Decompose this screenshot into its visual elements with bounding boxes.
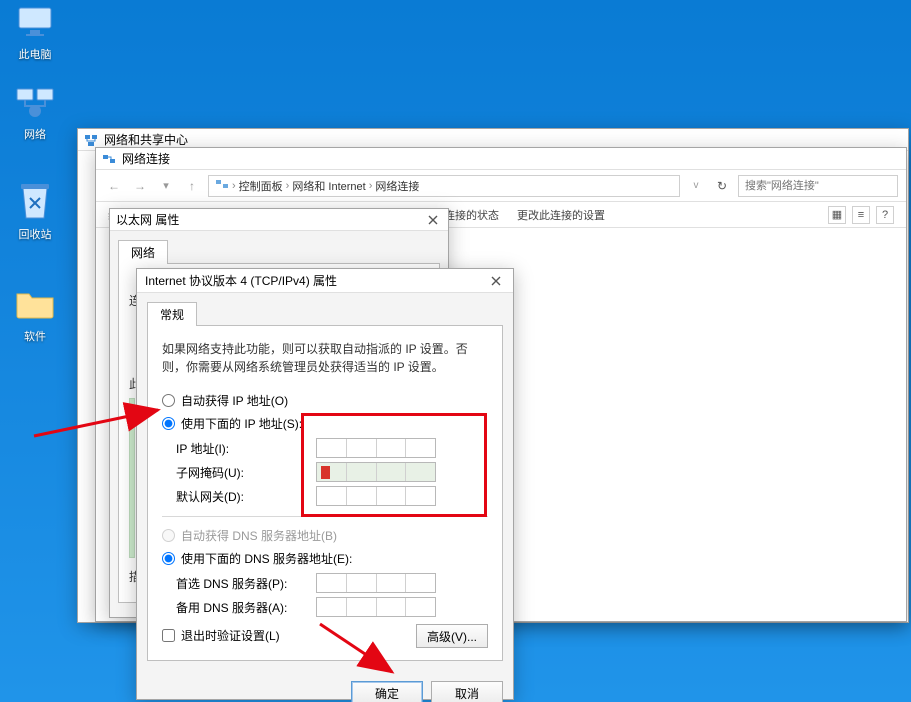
- input-primary-dns[interactable]: [316, 573, 436, 593]
- window-ipv4-properties[interactable]: Internet 协议版本 4 (TCP/IPv4) 属性 常规 如果网络支持此…: [136, 268, 514, 700]
- input-default-gateway[interactable]: [316, 486, 436, 506]
- label-primary-dns: 首选 DNS 服务器(P):: [176, 575, 316, 592]
- window-title: Internet 协议版本 4 (TCP/IPv4) 属性: [145, 272, 337, 289]
- titlebar[interactable]: Internet 协议版本 4 (TCP/IPv4) 属性: [137, 269, 513, 293]
- network-center-icon: [84, 133, 98, 147]
- tab-general[interactable]: 常规: [147, 302, 197, 326]
- label-alt-dns: 备用 DNS 服务器(A):: [176, 599, 316, 616]
- ipv4-panel: 如果网络支持此功能，则可以获取自动指派的 IP 设置。否则，你需要从网络系统管理…: [147, 325, 503, 661]
- list-stub: [129, 398, 135, 558]
- window-title: 网络连接: [122, 150, 170, 167]
- window-title: 以太网 属性: [116, 211, 179, 228]
- desktop-icon-label: 此电脑: [4, 46, 66, 62]
- breadcrumb-sep-icon: ›: [232, 180, 236, 192]
- tab-network[interactable]: 网络: [118, 240, 168, 264]
- recycle-bin-icon: [15, 182, 55, 222]
- label-default-gateway: 默认网关(D):: [176, 488, 316, 505]
- checkbox-validate-on-exit[interactable]: [162, 629, 175, 642]
- label-subnet-mask: 子网掩码(U):: [176, 464, 316, 481]
- nav-back-button[interactable]: ←: [104, 176, 124, 196]
- desktop-icon-network[interactable]: 网络: [4, 82, 66, 142]
- breadcrumb-part[interactable]: 网络和 Internet: [292, 178, 365, 194]
- close-button[interactable]: [487, 272, 505, 290]
- folder-icon: [15, 284, 55, 324]
- help-text: 如果网络支持此功能，则可以获取自动指派的 IP 设置。否则，你需要从网络系统管理…: [162, 340, 488, 376]
- help-button[interactable]: ?: [876, 206, 894, 224]
- refresh-button[interactable]: ↻: [712, 179, 732, 193]
- radio-auto-ip[interactable]: [162, 394, 175, 407]
- close-icon: [491, 276, 501, 286]
- explorer-nav: ← → ▾ ↑ › 控制面板 › 网络和 Internet › 网络连接 v ↻: [96, 170, 906, 202]
- breadcrumb-sep-icon: ›: [369, 180, 373, 192]
- radio-manual-dns[interactable]: [162, 552, 175, 565]
- monitor-icon: [15, 2, 55, 42]
- radio-auto-dns-label: 自动获得 DNS 服务器地址(B): [181, 527, 337, 544]
- desktop-icon-software-folder[interactable]: 软件: [4, 284, 66, 344]
- radio-manual-ip-label: 使用下面的 IP 地址(S):: [181, 415, 302, 432]
- input-subnet-mask[interactable]: [316, 462, 436, 482]
- breadcrumb[interactable]: › 控制面板 › 网络和 Internet › 网络连接: [208, 175, 680, 197]
- titlebar[interactable]: 以太网 属性: [110, 209, 448, 231]
- close-button[interactable]: [424, 211, 442, 229]
- close-icon: [428, 215, 438, 225]
- titlebar[interactable]: 网络连接: [96, 148, 906, 170]
- desktop-icon-label: 软件: [4, 328, 66, 344]
- toolbar-change[interactable]: 更改此连接的设置: [517, 207, 605, 223]
- nav-up-button[interactable]: ↑: [182, 176, 202, 196]
- desktop-icon-this-pc[interactable]: 此电脑: [4, 2, 66, 62]
- nav-history-button[interactable]: ▾: [156, 176, 176, 196]
- breadcrumb-dropdown-icon[interactable]: v: [686, 176, 706, 196]
- search-input[interactable]: [738, 175, 898, 197]
- breadcrumb-part[interactable]: 网络连接: [375, 178, 419, 194]
- checkbox-validate-label: 退出时验证设置(L): [181, 627, 280, 644]
- radio-manual-ip[interactable]: [162, 417, 175, 430]
- radio-auto-ip-label: 自动获得 IP 地址(O): [181, 392, 288, 409]
- nav-forward-button[interactable]: →: [130, 176, 150, 196]
- desktop-icon-recycle-bin[interactable]: 回收站: [4, 182, 66, 242]
- radio-auto-dns: [162, 529, 175, 542]
- advanced-button[interactable]: 高级(V)...: [416, 624, 488, 648]
- breadcrumb-part[interactable]: 控制面板: [239, 178, 283, 194]
- input-ip-address[interactable]: [316, 438, 436, 458]
- view-icons-button[interactable]: ▦: [828, 206, 846, 224]
- desktop-icon-label: 回收站: [4, 226, 66, 242]
- window-title: 网络和共享中心: [104, 131, 188, 148]
- radio-manual-dns-label: 使用下面的 DNS 服务器地址(E):: [181, 550, 352, 567]
- control-panel-icon: [215, 177, 229, 194]
- label-ip-address: IP 地址(I):: [176, 440, 316, 457]
- separator: [162, 516, 488, 517]
- network-icon: [15, 82, 55, 122]
- breadcrumb-sep-icon: ›: [286, 180, 290, 192]
- view-details-button[interactable]: ≡: [852, 206, 870, 224]
- cancel-button[interactable]: 取消: [431, 681, 503, 702]
- desktop-icon-label: 网络: [4, 126, 66, 142]
- network-connections-icon: [102, 152, 116, 166]
- input-alt-dns[interactable]: [316, 597, 436, 617]
- ok-button[interactable]: 确定: [351, 681, 423, 702]
